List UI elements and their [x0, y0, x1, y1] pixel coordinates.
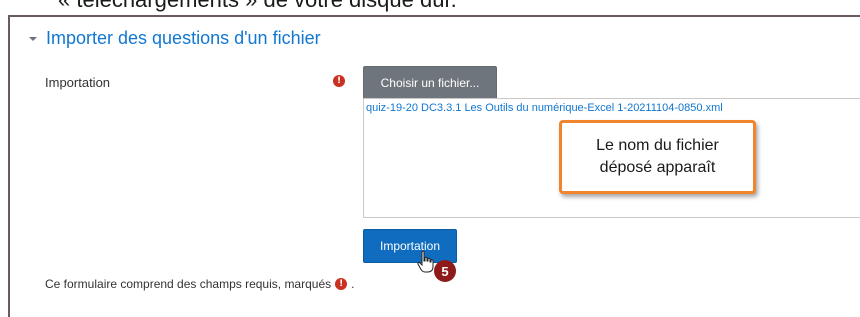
required-note-text: Ce formulaire comprend des champs requis…: [45, 277, 332, 291]
callout-line-2: déposé apparaît: [599, 159, 716, 176]
choose-file-button[interactable]: Choisir un fichier...: [363, 66, 497, 100]
callout-line-1: Le nom du fichier: [596, 137, 719, 154]
required-note-period: .: [351, 277, 355, 291]
top-caption: « téléchargements » de votre disque dur.: [58, 0, 457, 13]
step-number-badge: 5: [434, 260, 456, 282]
section-title[interactable]: Importer des questions d'un fichier: [46, 28, 321, 49]
hand-pointer-icon: [416, 250, 436, 274]
section-header[interactable]: Importer des questions d'un fichier: [28, 28, 321, 49]
required-fields-note: Ce formulaire comprend des champs requis…: [45, 277, 354, 291]
chevron-down-icon[interactable]: [28, 34, 38, 44]
required-icon: !: [335, 278, 348, 290]
required-icon: !: [333, 75, 345, 87]
import-field-label: Importation: [45, 75, 111, 90]
uploaded-file-name[interactable]: quiz-19-20 DC3.3.1 Les Outils du numériq…: [366, 102, 723, 114]
import-submit-button[interactable]: Importation: [363, 229, 457, 263]
annotation-callout: Le nom du fichier déposé apparaît: [559, 120, 756, 194]
